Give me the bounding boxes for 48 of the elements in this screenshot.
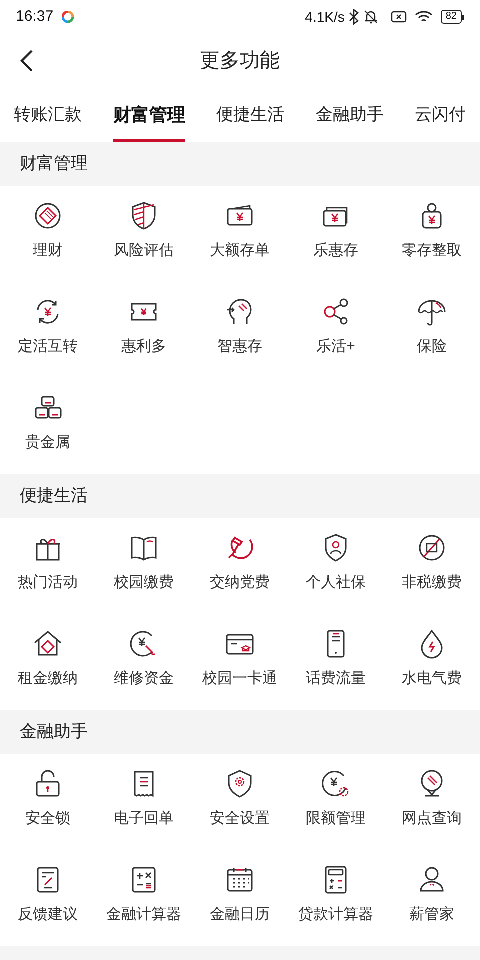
category-tab[interactable]: 云闪付: [415, 88, 466, 142]
feature-label[interactable]: 惠利多: [122, 336, 166, 358]
feature-label[interactable]: 校园一卡通: [202, 668, 278, 690]
feature-label[interactable]: 租金缴纳: [18, 668, 78, 690]
page-title: 更多功能: [200, 49, 280, 74]
section-header: 便捷生活: [0, 474, 480, 518]
feature-label[interactable]: 话费流量: [306, 668, 366, 690]
category-tab[interactable]: 便捷生活: [216, 88, 284, 142]
feature-label[interactable]: 乐惠存: [314, 240, 358, 262]
feature-label[interactable]: 个人社保: [306, 572, 366, 594]
feature-label[interactable]: 贷款计算器: [298, 904, 374, 926]
feature-label[interactable]: 反馈建议: [18, 904, 78, 926]
feature-label[interactable]: 大额存单: [210, 240, 270, 262]
feature-label[interactable]: 校园缴费: [114, 572, 174, 594]
feature-label[interactable]: 交纳党费: [210, 572, 270, 594]
back-chevron-icon: [20, 49, 34, 73]
feature-label[interactable]: 贵金属: [26, 432, 70, 454]
feature-label[interactable]: 安全锁: [26, 808, 70, 830]
wifi-icon: [414, 10, 433, 24]
section-header: 财富管理: [0, 142, 480, 186]
feature-label[interactable]: 水电气费: [402, 668, 462, 690]
status-time: 16:37: [16, 6, 54, 27]
feature-label[interactable]: 热门活动: [18, 572, 78, 594]
feature-label[interactable]: 非税缴费: [402, 572, 462, 594]
feature-label[interactable]: 乐活+: [316, 336, 356, 358]
feature-label[interactable]: 理财: [33, 240, 63, 262]
feature-label[interactable]: 零存整取: [402, 240, 462, 262]
network-speed: 4.1K/s: [305, 8, 345, 26]
feature-label[interactable]: 定活互转: [18, 336, 78, 358]
feature-label[interactable]: 薪管家: [410, 904, 454, 926]
feature-label[interactable]: 风险评估: [114, 240, 174, 262]
feature-label[interactable]: 维修资金: [114, 668, 174, 690]
feature-label[interactable]: 网点查询: [402, 808, 462, 830]
feature-label[interactable]: 保险: [417, 336, 447, 358]
category-tab[interactable]: 转账汇款: [14, 88, 82, 142]
sim-off-icon: [390, 11, 407, 23]
bluetooth-icon: [348, 9, 359, 25]
feature-label[interactable]: 智惠存: [218, 336, 262, 358]
feature-label[interactable]: 金融日历: [210, 904, 270, 926]
category-tab[interactable]: 金融助手: [316, 88, 384, 142]
section-header: 金融助手: [0, 710, 480, 754]
muted-bell-icon: [362, 9, 379, 25]
battery-level: 82: [440, 10, 462, 24]
app-logo-icon: [62, 11, 74, 23]
feature-label[interactable]: 金融计算器: [106, 904, 182, 926]
feature-label[interactable]: 安全设置: [210, 808, 270, 830]
feature-label[interactable]: 电子回单: [114, 808, 174, 830]
feature-label[interactable]: 限额管理: [306, 808, 366, 830]
